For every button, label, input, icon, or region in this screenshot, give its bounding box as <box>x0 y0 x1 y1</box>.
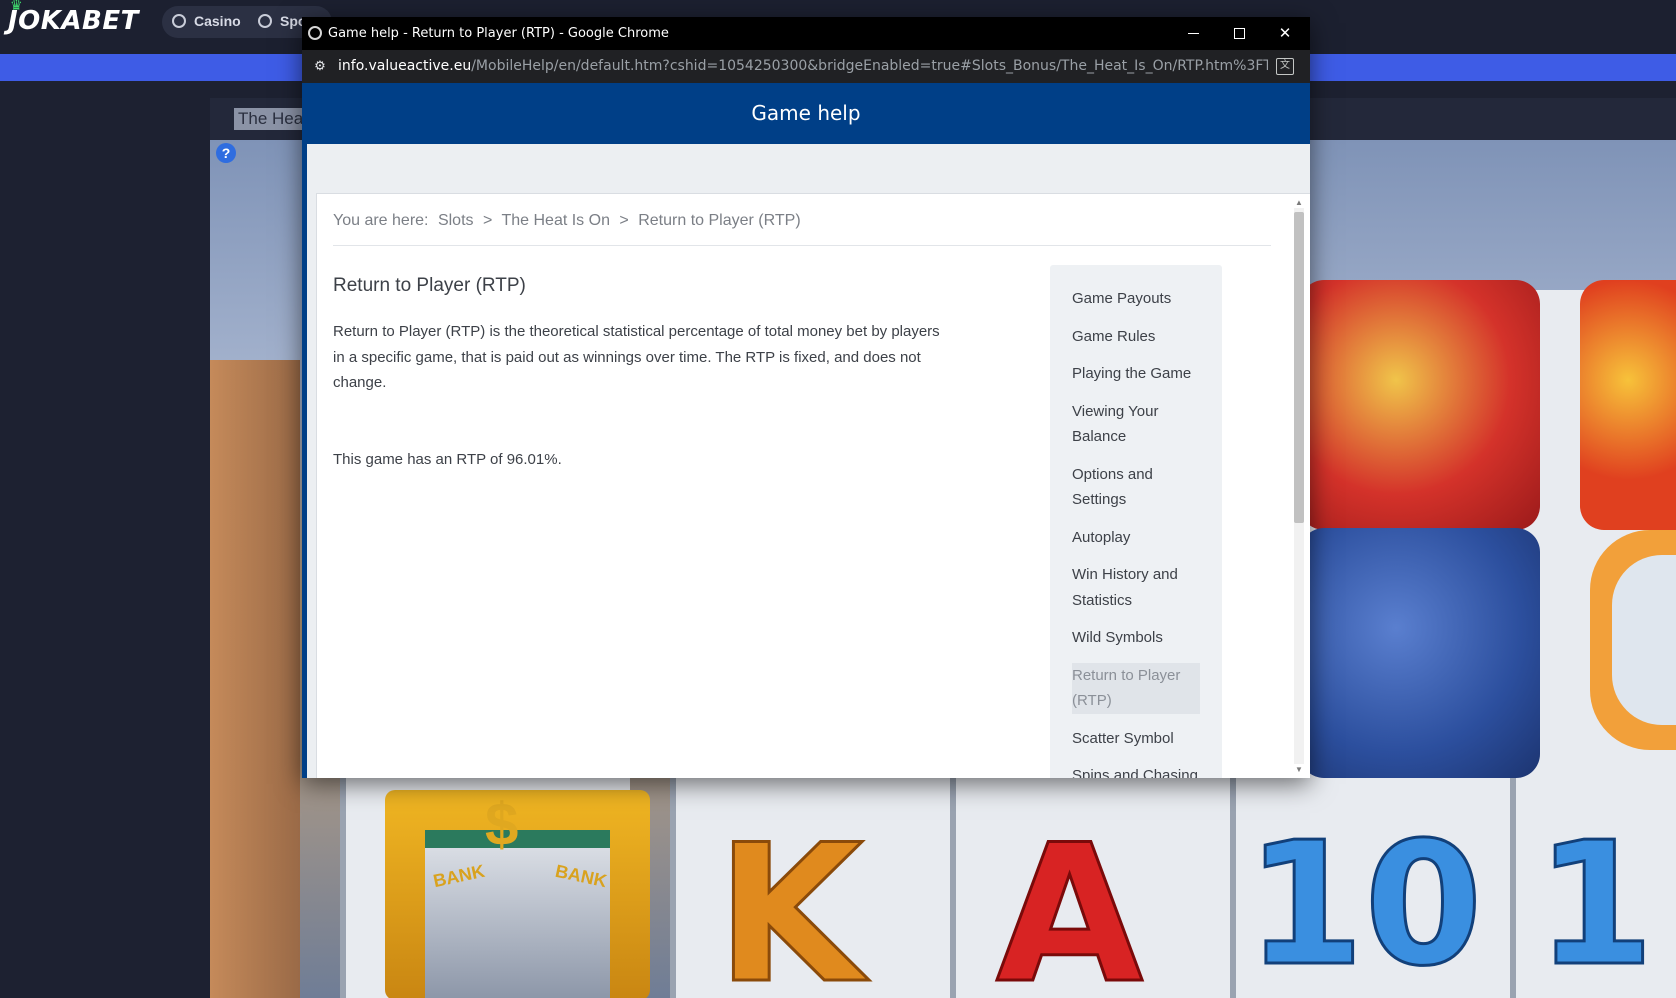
site-settings-icon[interactable]: ⚙ <box>312 58 328 74</box>
minimize-button[interactable] <box>1170 17 1216 50</box>
maximize-button[interactable] <box>1216 17 1262 50</box>
sports-ball-icon <box>258 14 272 28</box>
help-toolbar-strip <box>307 144 1310 193</box>
maximize-icon <box>1233 28 1245 39</box>
bank-label: BANK <box>553 860 609 892</box>
chrome-popup-window: Game help - Return to Player (RTP) - Goo… <box>302 17 1310 778</box>
reel-symbol-k: K <box>714 804 864 998</box>
toc-item-scatter-symbol[interactable]: Scatter Symbol <box>1072 726 1200 752</box>
bank-symbol: BANK BANK $ <box>385 790 650 998</box>
toc-item-options-settings[interactable]: Options and Settings <box>1072 462 1200 513</box>
police-officer-symbol <box>1300 280 1540 530</box>
window-titlebar[interactable]: Game help - Return to Player (RTP) - Goo… <box>302 17 1310 50</box>
toc-item-rtp-active[interactable]: Return to Player (RTP) <box>1072 662 1200 714</box>
breadcrumb-item-game[interactable]: The Heat Is On <box>501 212 610 229</box>
scrollbar-thumb[interactable] <box>1294 212 1304 523</box>
background-building <box>210 360 300 998</box>
minimize-icon <box>1187 33 1199 34</box>
breadcrumb-item-slots[interactable]: Slots <box>438 212 474 229</box>
reel-symbol-a: A <box>994 804 1144 998</box>
crown-icon: ♛ <box>10 0 24 14</box>
scroll-up-arrow-icon[interactable]: ▲ <box>1294 198 1304 208</box>
bank-label: BANK <box>431 860 487 892</box>
toc-item-game-rules[interactable]: Game Rules <box>1072 324 1200 350</box>
thief-woman-symbol <box>1300 528 1540 778</box>
scroll-down-arrow-icon[interactable]: ▼ <box>1294 765 1304 775</box>
badge-symbol-partial <box>1580 280 1676 530</box>
close-icon: ✕ <box>1278 24 1292 42</box>
toc-item-playing-the-game[interactable]: Playing the Game <box>1072 361 1200 387</box>
vertical-scrollbar[interactable]: ▲ ▼ <box>1286 194 1310 778</box>
rtp-description: Return to Player (RTP) is the theoretica… <box>333 323 940 391</box>
toc-item-spins-chasing[interactable]: Spins and Chasing <box>1072 763 1200 778</box>
reel-symbol-10-partial: 1 <box>1534 806 1655 998</box>
page-title: Return to Player (RTP) <box>333 275 526 296</box>
window-title: Game help - Return to Player (RTP) - Goo… <box>328 26 669 41</box>
close-button[interactable]: ✕ <box>1262 17 1308 50</box>
url-path: /MobileHelp/en/default.htm?cshid=1054250… <box>471 58 1268 74</box>
breadcrumb: You are here: Slots > The Heat Is On > R… <box>333 212 806 230</box>
divider <box>333 245 1271 246</box>
toc-item-wild-symbols[interactable]: Wild Symbols <box>1072 625 1200 651</box>
address-bar[interactable]: ⚙ info.valueactive.eu/MobileHelp/en/defa… <box>302 50 1310 83</box>
toc-item-viewing-balance[interactable]: Viewing Your Balance <box>1072 399 1200 450</box>
casino-icon <box>172 14 186 28</box>
translate-icon[interactable]: 文 <box>1276 58 1294 75</box>
help-button[interactable]: ? <box>216 143 236 163</box>
breadcrumb-item-current: Return to Player (RTP) <box>638 212 801 229</box>
game-title-tab[interactable]: The Hea <box>234 108 308 130</box>
help-header: Game help <box>302 83 1310 144</box>
help-content-frame: You are here: Slots > The Heat Is On > R… <box>316 193 1310 778</box>
rtp-value-text: This game has an RTP of 96.01%. <box>333 451 562 468</box>
breadcrumb-separator: > <box>619 212 629 229</box>
help-frame-gutter <box>307 193 316 778</box>
toc-item-autoplay[interactable]: Autoplay <box>1072 525 1200 551</box>
url-host: info.valueactive.eu <box>338 58 472 74</box>
breadcrumb-separator: > <box>482 212 493 229</box>
helicopter-symbol <box>1590 530 1676 750</box>
breadcrumb-prefix: You are here: <box>333 212 429 229</box>
table-of-contents: Game Payouts Game Rules Playing the Game… <box>1050 265 1222 778</box>
toc-item-game-payouts[interactable]: Game Payouts <box>1072 286 1200 312</box>
nav-casino[interactable]: Casino <box>172 13 241 29</box>
site-logo[interactable]: ♛ JOKABET <box>8 0 139 36</box>
dollar-icon: $ <box>485 791 519 858</box>
toc-item-win-history[interactable]: Win History and Statistics <box>1072 562 1200 613</box>
globe-icon <box>308 26 322 40</box>
reel-symbol-10: 10 <box>1245 806 1485 998</box>
url-text[interactable]: info.valueactive.eu/MobileHelp/en/defaul… <box>338 50 1268 83</box>
nav-sports[interactable]: Spo <box>258 13 306 29</box>
